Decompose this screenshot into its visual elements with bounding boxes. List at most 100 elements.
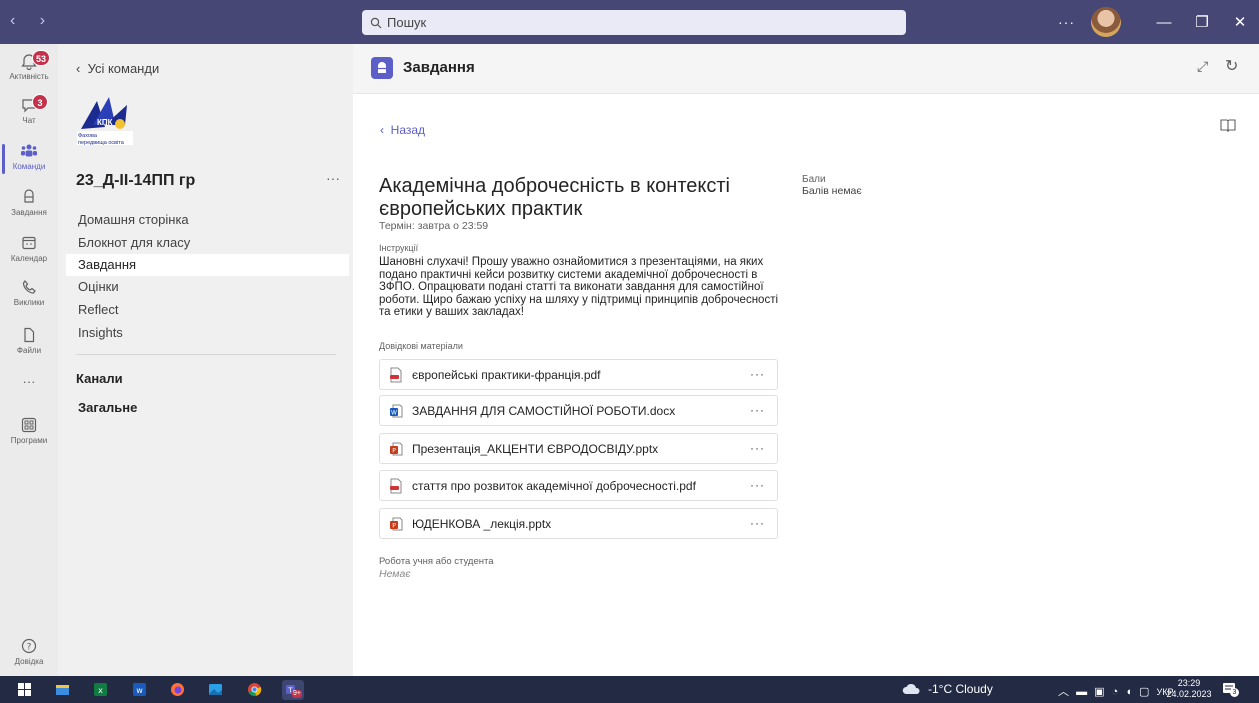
channel-general[interactable]: Загальне bbox=[78, 400, 137, 415]
teams-taskbar-badge: 9+ bbox=[292, 690, 302, 698]
chrome-icon[interactable] bbox=[247, 682, 262, 697]
file-name: ЮДЕНКОВА _лекція.pptx bbox=[412, 516, 552, 531]
notification-count: 3 bbox=[1230, 688, 1239, 697]
instructions-text: Шановні слухачі! Прошу уважно ознайомити… bbox=[379, 256, 779, 318]
immersive-reader-icon[interactable] bbox=[1220, 118, 1236, 132]
display-icon[interactable]: ▢ bbox=[1139, 686, 1151, 698]
svg-text:W: W bbox=[391, 409, 397, 416]
rail-chat[interactable]: 3 Чат bbox=[0, 94, 58, 125]
refresh-icon[interactable]: ↻ bbox=[1225, 56, 1238, 76]
due-date: Термін: завтра о 23:59 bbox=[379, 220, 489, 232]
teams-taskbar-button[interactable]: T 9+ bbox=[282, 680, 304, 700]
team-nav-insights[interactable]: Insights bbox=[66, 322, 349, 344]
word-icon[interactable]: w bbox=[132, 682, 147, 697]
team-nav-assignments[interactable]: Завдання bbox=[66, 254, 349, 276]
weather-text: -1°C Cloudy bbox=[928, 682, 993, 696]
rail-files[interactable]: Файли bbox=[0, 326, 58, 355]
chevron-up-icon[interactable]: ︿ bbox=[1058, 686, 1071, 698]
team-name: 23_Д-ІІ-14ПП гр bbox=[76, 172, 196, 189]
volume-icon[interactable]: ◖ bbox=[1125, 686, 1134, 698]
svg-text:P: P bbox=[392, 522, 396, 529]
search-input[interactable]: Пошук bbox=[362, 10, 906, 35]
expand-icon[interactable]: ⤢ bbox=[1197, 58, 1208, 75]
team-nav-home[interactable]: Домашня сторінка bbox=[66, 209, 349, 231]
close-button[interactable]: ✕ bbox=[1221, 13, 1259, 31]
minimize-button[interactable]: — bbox=[1145, 14, 1183, 31]
meet-icon[interactable]: ▣ bbox=[1094, 686, 1106, 698]
file-icon bbox=[24, 327, 35, 343]
file-item[interactable]: європейські практики-франція.pdf ··· bbox=[379, 359, 778, 390]
rail-calendar[interactable]: Календар bbox=[0, 234, 58, 263]
excel-icon[interactable]: x bbox=[93, 682, 108, 697]
powerpoint-file-icon: P bbox=[390, 517, 403, 530]
file-item[interactable]: W ЗАВДАННЯ ДЛЯ САМОСТІЙНОЇ РОБОТИ.docx ·… bbox=[379, 395, 778, 426]
title-bar: ‹ › Пошук ··· — ❐ ✕ bbox=[0, 0, 1259, 44]
activity-badge: 53 bbox=[32, 50, 51, 66]
settings-more-button[interactable]: ··· bbox=[1058, 14, 1075, 30]
search-placeholder: Пошук bbox=[387, 15, 427, 30]
file-more-button[interactable]: ··· bbox=[750, 367, 765, 381]
team-logo: КПК Фахова передвища освіта bbox=[77, 97, 133, 146]
rail-label: Файли bbox=[16, 346, 42, 355]
file-item[interactable]: стаття про розвиток академічної доброчес… bbox=[379, 470, 778, 501]
firefox-icon[interactable] bbox=[170, 682, 185, 697]
rail-apps[interactable]: Програми bbox=[0, 416, 58, 445]
history-nav[interactable]: ‹ › bbox=[10, 12, 55, 30]
notification-center-button[interactable]: 3 bbox=[1222, 682, 1239, 697]
logo-text: КПК bbox=[97, 118, 113, 127]
rail-label: Чат bbox=[22, 116, 36, 125]
divider bbox=[76, 354, 336, 355]
rail-label: Виклики bbox=[13, 298, 45, 307]
file-more-button[interactable]: ··· bbox=[750, 516, 765, 530]
svg-text:передвища освіта: передвища освіта bbox=[78, 140, 125, 146]
points-label: Бали bbox=[802, 174, 826, 185]
reference-materials-label: Довідкові матеріали bbox=[379, 341, 463, 351]
clock-date: 24.02.2023 bbox=[1166, 689, 1212, 699]
file-more-button[interactable]: ··· bbox=[750, 403, 765, 417]
file-name: європейські практики-франція.pdf bbox=[412, 367, 601, 382]
file-explorer-icon[interactable] bbox=[55, 682, 70, 697]
clock[interactable]: 23:29 24.02.2023 bbox=[1162, 678, 1216, 700]
pdf-file-icon bbox=[390, 478, 402, 493]
rail-help[interactable]: ? Довідка bbox=[0, 637, 58, 666]
rail-label: Календар bbox=[10, 254, 48, 263]
file-more-button[interactable]: ··· bbox=[750, 441, 765, 455]
rail-more[interactable]: ··· bbox=[0, 374, 58, 389]
weather-widget[interactable]: -1°C Cloudy bbox=[902, 682, 993, 696]
phone-icon bbox=[22, 280, 36, 294]
windows-taskbar: x w T 9+ -1°C Cloudy ︿ ▬ ▣ ◔ ◖ ▢ УКР 23:… bbox=[0, 676, 1259, 703]
file-item[interactable]: P Презентація_АКЦЕНТИ ЄВРОДОСВІДУ.pptx ·… bbox=[379, 433, 778, 464]
word-file-icon: W bbox=[390, 404, 403, 417]
rail-activity[interactable]: 53 Активність bbox=[0, 50, 58, 81]
file-more-button[interactable]: ··· bbox=[750, 478, 765, 492]
wifi-icon[interactable]: ◔ bbox=[1112, 686, 1121, 698]
team-panel: ‹ Усі команди КПК Фахова передвища освіт… bbox=[58, 44, 353, 676]
app-header: Завдання ⤢ ↻ bbox=[353, 44, 1259, 94]
file-name: Презентація_АКЦЕНТИ ЄВРОДОСВІДУ.pptx bbox=[412, 441, 659, 456]
photos-icon[interactable] bbox=[208, 682, 223, 697]
main-content: Завдання ⤢ ↻ ‹ Назад Академічна доброчес… bbox=[353, 44, 1259, 676]
windows-start-icon[interactable] bbox=[17, 682, 32, 697]
rail-teams[interactable]: Команди bbox=[0, 142, 58, 174]
file-name: ЗАВДАННЯ ДЛЯ САМОСТІЙНОЇ РОБОТИ.docx bbox=[412, 403, 676, 418]
pdf-file-icon bbox=[390, 367, 402, 382]
all-teams-back-link[interactable]: ‹ Усі команди bbox=[76, 61, 159, 76]
team-nav-reflect[interactable]: Reflect bbox=[66, 299, 349, 321]
rail-assignments[interactable]: Завдання bbox=[0, 188, 58, 217]
apps-icon bbox=[21, 417, 37, 433]
battery-icon[interactable]: ▬ bbox=[1076, 686, 1089, 698]
rail-calls[interactable]: Виклики bbox=[0, 278, 58, 307]
svg-text:Фахова: Фахова bbox=[78, 133, 98, 139]
team-nav-notebook[interactable]: Блокнот для класу bbox=[66, 232, 349, 254]
maximize-button[interactable]: ❐ bbox=[1183, 13, 1221, 31]
team-nav-grades[interactable]: Оцінки bbox=[66, 276, 349, 298]
help-icon: ? bbox=[21, 638, 37, 654]
help-label: Довідка bbox=[14, 657, 44, 666]
system-tray[interactable]: ︿ ▬ ▣ ◔ ◖ ▢ УКР bbox=[1058, 683, 1173, 699]
file-item[interactable]: P ЮДЕНКОВА _лекція.pptx ··· bbox=[379, 508, 778, 539]
svg-text:?: ? bbox=[27, 643, 32, 653]
back-link[interactable]: ‹ Назад bbox=[380, 123, 425, 137]
team-more-button[interactable]: ··· bbox=[326, 170, 340, 186]
assignments-icon bbox=[24, 189, 34, 203]
profile-avatar[interactable] bbox=[1091, 7, 1121, 37]
